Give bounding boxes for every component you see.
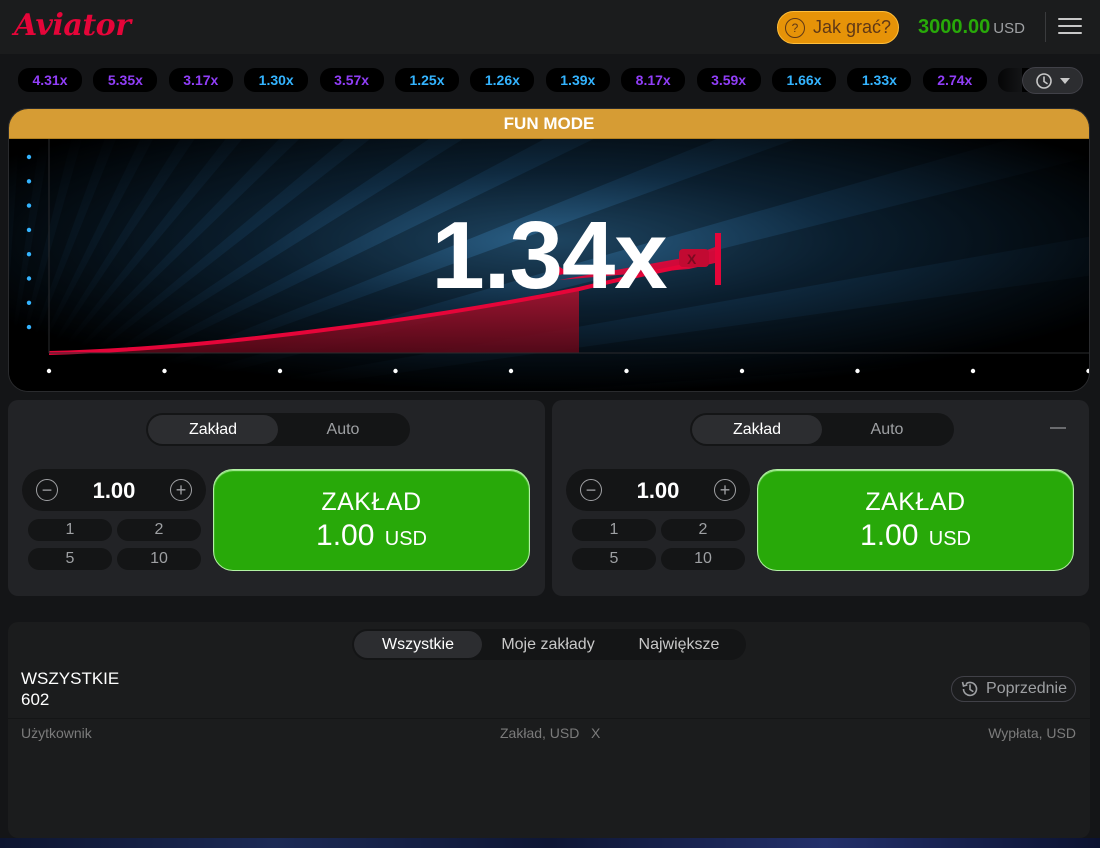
quick-amount-1[interactable]: 1 xyxy=(572,519,656,541)
history-multiplier[interactable]: 1.30x xyxy=(244,68,309,92)
history-multiplier[interactable]: 5.35x xyxy=(93,68,158,92)
x-axis-dot xyxy=(855,368,860,374)
history-multiplier[interactable]: 2.74x xyxy=(922,68,987,92)
x-axis-dot xyxy=(46,368,52,374)
y-axis-dot xyxy=(26,154,32,160)
y-axis-dot xyxy=(26,179,32,184)
bets-list-tabs: Wszystkie Moje zakłady Największe xyxy=(352,629,746,660)
top-bar: Aviator ? Jak grać? 3000.00 USD xyxy=(0,0,1100,54)
bet-mode-tabs: Zakład Auto xyxy=(146,413,410,446)
bottom-decoration xyxy=(0,838,1100,848)
history-multiplier[interactable]: 1.66x xyxy=(772,68,836,92)
x-axis-dot xyxy=(393,368,398,374)
quick-amount-5[interactable]: 5 xyxy=(572,548,656,570)
x-axis-dot xyxy=(162,368,167,374)
x-axis-dot xyxy=(970,368,976,374)
bet-button-amount-line: 1.00 USD xyxy=(860,519,971,553)
header-divider xyxy=(1045,12,1046,42)
tab-auto[interactable]: Auto xyxy=(822,415,952,444)
column-payout: Wypłata, USD xyxy=(988,725,1076,741)
tab-bet[interactable]: Zakład xyxy=(692,415,822,444)
current-multiplier: 1.34x xyxy=(431,202,667,309)
hamburger-menu-icon[interactable] xyxy=(1058,18,1082,36)
quick-amount-2[interactable]: 2 xyxy=(117,519,201,541)
plus-circle-icon[interactable]: + xyxy=(170,479,192,501)
history-clock-icon xyxy=(961,681,978,697)
plus-circle-icon[interactable]: + xyxy=(714,479,736,501)
history-multiplier[interactable]: 3.59x xyxy=(696,68,761,92)
history-multiplier[interactable]: 4.31x xyxy=(18,68,82,92)
quick-amount-5[interactable]: 5 xyxy=(28,548,112,570)
history-clock-icon xyxy=(1035,72,1052,89)
x-axis-dot xyxy=(508,368,514,374)
history-multiplier[interactable]: 1.33x xyxy=(847,68,912,92)
tab-my-bets[interactable]: Moje zakłady xyxy=(484,631,612,658)
previous-round-label: Poprzednie xyxy=(986,680,1067,697)
x-axis-dot xyxy=(739,368,745,374)
all-bets-count: 602 xyxy=(21,690,50,709)
bet-button-currency: USD xyxy=(384,527,427,550)
history-multiplier[interactable]: 3.57x xyxy=(319,68,384,92)
previous-round-button[interactable]: Poprzednie xyxy=(951,676,1076,702)
bet-button-label: ZAKŁAD xyxy=(865,487,966,516)
column-user: Użytkownik xyxy=(21,725,92,741)
balance-currency: USD xyxy=(993,20,1025,37)
place-bet-button[interactable]: ZAKŁAD 1.00 USD xyxy=(757,469,1074,571)
tab-auto[interactable]: Auto xyxy=(278,415,408,444)
round-history: 4.31x 5.35x 3.17x 1.30x 3.57x 1.25x 1.26x 1.39x… xyxy=(0,60,1100,100)
history-multiplier[interactable]: 1.25x xyxy=(395,68,459,92)
balance-display: 3000.00 USD xyxy=(918,16,1025,39)
bet-button-amount-line: 1.00 USD xyxy=(316,519,427,553)
fun-mode-banner: FUN MODE xyxy=(9,109,1089,139)
tab-all-bets[interactable]: Wszystkie xyxy=(354,631,482,658)
chevron-down-icon xyxy=(1059,77,1070,84)
bets-divider xyxy=(8,718,1090,719)
bets-list-panel: Wszystkie Moje zakłady Największe WSZYST… xyxy=(8,622,1090,838)
aviator-logo: Aviator xyxy=(14,8,131,43)
x-axis-dot xyxy=(277,368,283,374)
how-to-play-button[interactable]: ? Jak grać? xyxy=(777,11,899,44)
bet-button-amount: 1.00 xyxy=(860,518,919,552)
how-to-play-label: Jak grać? xyxy=(813,17,892,37)
bet-panel-1: Zakład Auto − 1.00 + 1 2 5 10 ZAKŁAD 1.0… xyxy=(8,400,545,596)
history-multiplier[interactable]: 3.17x xyxy=(168,68,233,92)
tab-top-bets[interactable]: Największe xyxy=(614,631,744,658)
history-multiplier[interactable]: 8.17x xyxy=(621,68,686,92)
tab-bet[interactable]: Zakład xyxy=(148,415,278,444)
history-multiplier[interactable]: 1.39x xyxy=(545,68,610,92)
bet-panel-2: Zakład Auto − 1.00 + 1 2 5 10 ZAKŁAD 1.0… xyxy=(552,400,1089,596)
bet-button-label: ZAKŁAD xyxy=(321,487,422,516)
stake-stepper: − 1.00 + xyxy=(22,469,206,511)
flight-stage: X 1.34x xyxy=(9,139,1089,391)
remove-panel-icon[interactable] xyxy=(1050,427,1066,429)
column-multiplier: X xyxy=(591,725,601,741)
quick-amount-1[interactable]: 1 xyxy=(28,519,112,541)
x-axis-dot xyxy=(624,368,629,374)
all-bets-header: WSZYSTKIE 602 xyxy=(21,668,119,710)
bet-button-currency: USD xyxy=(928,527,971,550)
balance-amount: 3000.00 xyxy=(918,16,991,38)
y-axis-dot xyxy=(26,324,32,330)
history-multiplier[interactable]: 1.26x xyxy=(470,68,535,92)
quick-amount-10[interactable]: 10 xyxy=(117,548,201,570)
game-canvas: FUN MODE X 1.34x xyxy=(8,108,1090,392)
bet-mode-tabs: Zakład Auto xyxy=(690,413,954,446)
bet-button-amount: 1.00 xyxy=(316,518,375,552)
place-bet-button[interactable]: ZAKŁAD 1.00 USD xyxy=(213,469,530,571)
question-icon: ? xyxy=(785,17,805,38)
history-fade xyxy=(990,68,1022,92)
history-toggle-button[interactable] xyxy=(1022,67,1083,94)
all-bets-title: WSZYSTKIE xyxy=(21,669,120,688)
stake-stepper: − 1.00 + xyxy=(566,469,750,511)
aviator-app: Aviator ? Jak grać? 3000.00 USD 4.31x 5.35… xyxy=(0,0,1100,848)
quick-amount-2[interactable]: 2 xyxy=(661,519,745,541)
quick-amount-10[interactable]: 10 xyxy=(661,548,745,570)
column-bet: Zakład, USD xyxy=(500,725,580,741)
